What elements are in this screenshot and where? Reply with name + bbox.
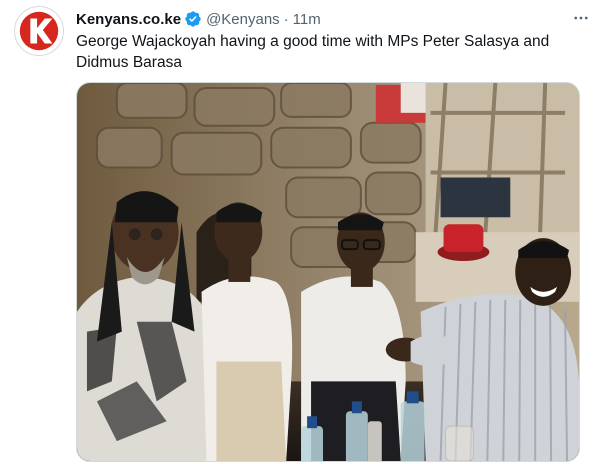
more-options-icon (574, 16, 588, 20)
kenyans-logo-icon (15, 7, 63, 55)
avatar[interactable] (14, 6, 64, 56)
tweet-photo[interactable] (76, 82, 580, 462)
more-options-button[interactable] (570, 7, 592, 29)
group-photo-image (77, 83, 579, 461)
tweet-text: George Wajackoyah having a good time wit… (76, 33, 550, 71)
separator-dot: · (283, 10, 289, 28)
tweet[interactable]: Kenyans.co.ke @Kenyans · 11m George Waja… (0, 0, 606, 464)
verified-badge-icon (184, 10, 202, 28)
timestamp[interactable]: 11m (293, 11, 321, 28)
tweet-header: Kenyans.co.ke @Kenyans · 11m (76, 9, 592, 29)
display-name[interactable]: Kenyans.co.ke (76, 11, 181, 28)
user-handle[interactable]: @Kenyans (206, 11, 280, 28)
